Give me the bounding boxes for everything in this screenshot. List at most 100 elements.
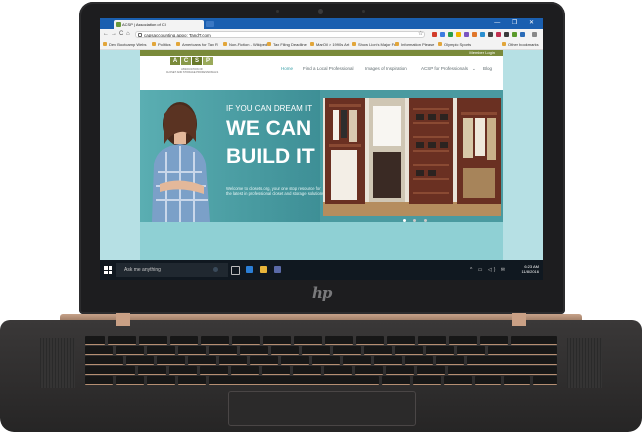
key[interactable] bbox=[271, 346, 299, 355]
store-icon[interactable] bbox=[274, 266, 281, 273]
key[interactable] bbox=[250, 356, 278, 365]
bookmark-item[interactable]: Politics bbox=[152, 41, 171, 48]
extension-icon[interactable] bbox=[464, 32, 469, 37]
nav-find-professional[interactable]: Find a Local Professional bbox=[303, 66, 354, 71]
cortana-search-box[interactable]: Ask me anything bbox=[116, 263, 228, 277]
member-login-link[interactable]: Member Login bbox=[469, 50, 495, 56]
edge-icon[interactable] bbox=[246, 266, 253, 273]
key[interactable] bbox=[178, 376, 206, 385]
key[interactable] bbox=[480, 336, 508, 345]
arrow-key[interactable] bbox=[475, 376, 501, 385]
arrow-key[interactable] bbox=[504, 376, 530, 385]
trackpad[interactable] bbox=[228, 391, 416, 426]
back-arrow-icon[interactable]: ← bbox=[103, 31, 109, 38]
key[interactable] bbox=[263, 336, 291, 345]
key[interactable] bbox=[302, 346, 330, 355]
key[interactable] bbox=[170, 336, 198, 345]
key[interactable] bbox=[374, 356, 402, 365]
bookmark-item[interactable]: Non-Fiction - Wikipedia bbox=[223, 41, 270, 48]
other-bookmarks[interactable]: Other bookmarks bbox=[502, 41, 539, 48]
extension-icon[interactable] bbox=[456, 32, 461, 37]
key[interactable] bbox=[188, 356, 216, 365]
key[interactable] bbox=[147, 376, 175, 385]
extension-icon[interactable] bbox=[448, 32, 453, 37]
system-tray-icons[interactable]: ^ ▭ ◁) ✉ bbox=[470, 267, 507, 273]
key[interactable] bbox=[126, 356, 154, 365]
key[interactable] bbox=[457, 346, 485, 355]
extension-icon[interactable] bbox=[480, 32, 485, 37]
forward-arrow-icon[interactable]: → bbox=[111, 31, 117, 38]
key[interactable] bbox=[386, 366, 414, 375]
key[interactable] bbox=[343, 356, 371, 365]
extension-icon[interactable] bbox=[504, 32, 509, 37]
bookmark-item[interactable]: Tax Filing Deadline bbox=[267, 41, 307, 48]
nav-blog[interactable]: Blog bbox=[483, 66, 492, 71]
key[interactable] bbox=[387, 336, 415, 345]
file-explorer-icon[interactable] bbox=[260, 266, 267, 273]
nav-home[interactable]: Home bbox=[281, 66, 293, 71]
new-tab-button[interactable] bbox=[206, 21, 214, 27]
nav-more-chevron-icon[interactable]: ⌄ bbox=[472, 66, 476, 72]
key[interactable] bbox=[325, 336, 353, 345]
key[interactable] bbox=[467, 356, 557, 365]
bookmark-item[interactable]: Americans for Tax R bbox=[176, 41, 218, 48]
key[interactable] bbox=[418, 336, 446, 345]
key[interactable] bbox=[85, 336, 105, 345]
extension-icon[interactable] bbox=[512, 32, 517, 37]
url-input[interactable]: capsaccounting.appo: TandT.com bbox=[135, 31, 425, 38]
key[interactable] bbox=[364, 346, 392, 355]
key[interactable] bbox=[436, 356, 464, 365]
key[interactable] bbox=[356, 336, 384, 345]
key[interactable] bbox=[382, 376, 410, 385]
key[interactable] bbox=[240, 346, 268, 355]
key[interactable] bbox=[324, 366, 352, 375]
acsp-logo[interactable]: A C S P ASSOCIATION OF CLOSET AND STORAG… bbox=[162, 57, 222, 81]
key[interactable] bbox=[355, 366, 383, 375]
nav-acsp-professionals[interactable]: ACSP for Professionals bbox=[421, 66, 468, 71]
key[interactable] bbox=[444, 376, 472, 385]
key[interactable] bbox=[138, 366, 166, 375]
key[interactable] bbox=[488, 346, 557, 355]
key[interactable] bbox=[405, 356, 433, 365]
bookmark-item[interactable]: Information Please bbox=[395, 41, 434, 48]
key[interactable] bbox=[200, 366, 228, 375]
key[interactable] bbox=[232, 336, 260, 345]
extension-icon[interactable] bbox=[432, 32, 437, 37]
key[interactable] bbox=[169, 366, 197, 375]
key[interactable] bbox=[449, 336, 477, 345]
key[interactable] bbox=[85, 346, 113, 355]
extension-icon[interactable] bbox=[440, 32, 445, 37]
key[interactable] bbox=[85, 376, 113, 385]
key[interactable] bbox=[333, 346, 361, 355]
key[interactable] bbox=[448, 366, 557, 375]
key[interactable] bbox=[108, 336, 136, 345]
arrow-key[interactable] bbox=[533, 376, 557, 385]
extension-icon[interactable] bbox=[472, 32, 477, 37]
bookmark-item[interactable]: Show Lion's Major Fe bbox=[352, 41, 396, 48]
key[interactable] bbox=[231, 366, 259, 375]
key[interactable] bbox=[312, 356, 340, 365]
nav-images-inspiration[interactable]: Images of Inspiration bbox=[365, 66, 407, 71]
key[interactable] bbox=[139, 336, 167, 345]
menu-dots-icon[interactable] bbox=[532, 32, 537, 37]
key[interactable] bbox=[219, 356, 247, 365]
key[interactable] bbox=[201, 336, 229, 345]
key[interactable] bbox=[293, 366, 321, 375]
browser-tab[interactable]: ACSP | Association of Cl bbox=[114, 20, 204, 29]
key[interactable] bbox=[511, 336, 557, 345]
key[interactable] bbox=[116, 376, 144, 385]
key[interactable] bbox=[417, 366, 445, 375]
key[interactable] bbox=[262, 366, 290, 375]
extension-icon[interactable] bbox=[496, 32, 501, 37]
spacebar-key[interactable] bbox=[209, 376, 379, 385]
bookmark-item[interactable]: Olympic Sports bbox=[438, 41, 471, 48]
bookmark-item[interactable]: MarOil > 1990s Art bbox=[310, 41, 349, 48]
taskbar-clock[interactable]: 6:23 AM 11/8/2016 bbox=[522, 264, 540, 274]
bookmark-item[interactable]: Dev Bootcamp Webs bbox=[103, 41, 147, 48]
window-controls[interactable]: — ❐ ✕ bbox=[494, 19, 539, 26]
key[interactable] bbox=[178, 346, 206, 355]
microphone-icon[interactable] bbox=[213, 267, 218, 272]
key[interactable] bbox=[294, 336, 322, 345]
key[interactable] bbox=[281, 356, 309, 365]
key[interactable] bbox=[413, 376, 441, 385]
